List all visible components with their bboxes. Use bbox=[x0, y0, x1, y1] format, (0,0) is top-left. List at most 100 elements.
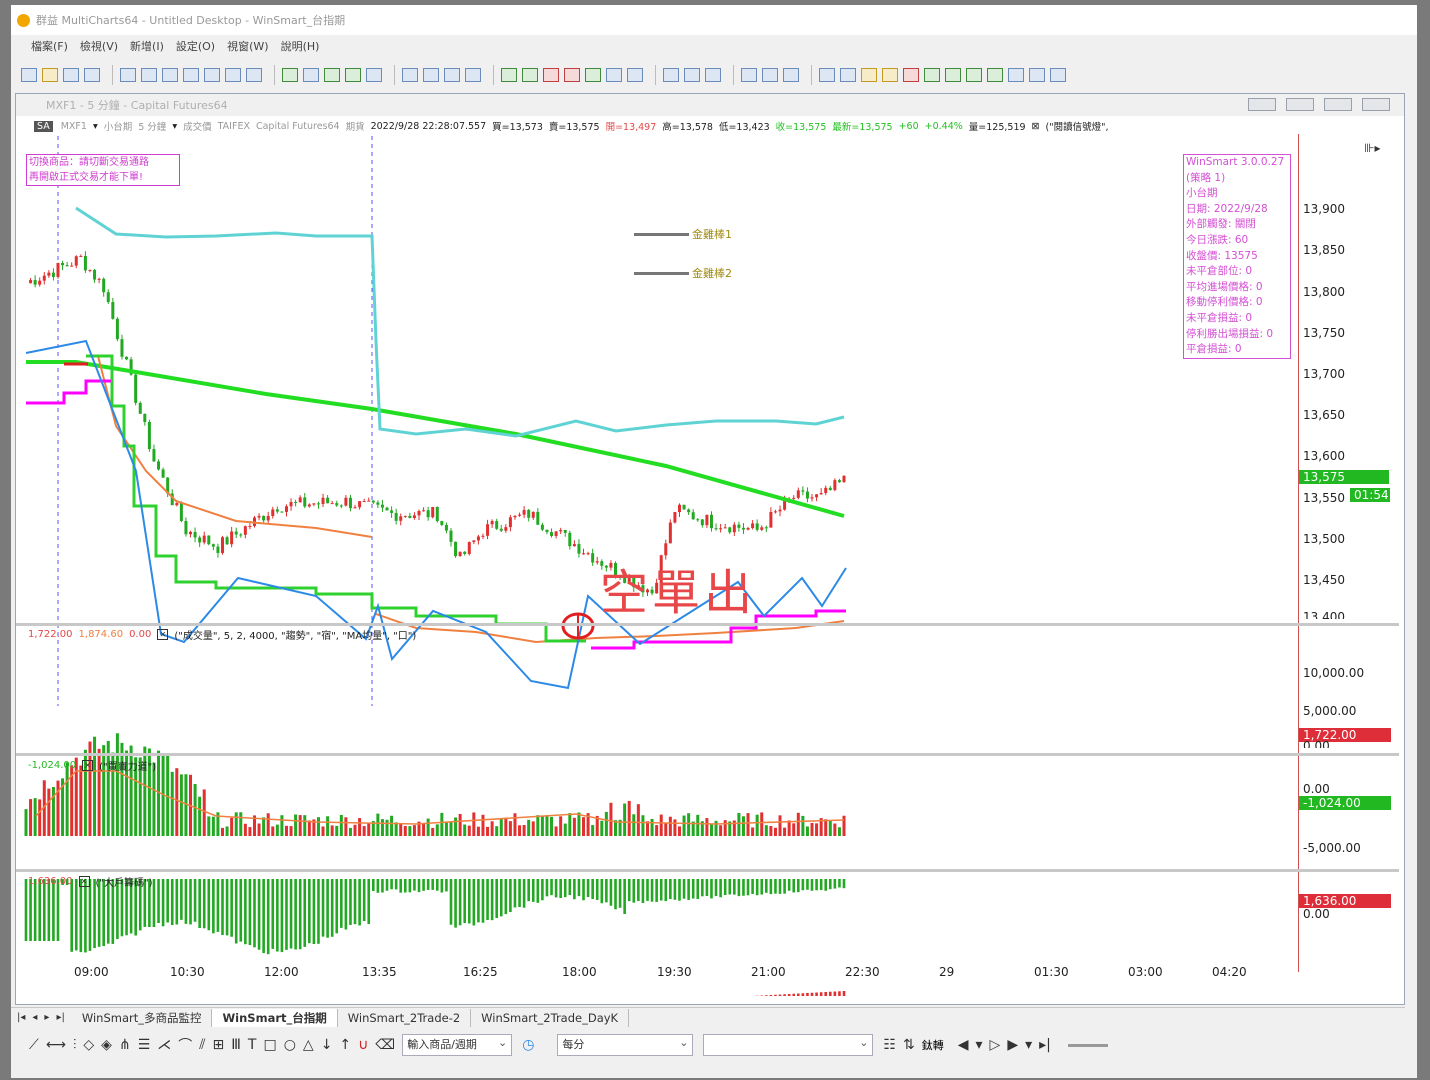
tab-multi-monitor[interactable]: WinSmart_多商品監控 bbox=[72, 1008, 213, 1027]
volume-bars-icon[interactable] bbox=[543, 68, 559, 82]
tab-taiex-futures[interactable]: WinSmart_台指期 bbox=[212, 1008, 338, 1027]
auto-trade-icon[interactable] bbox=[345, 68, 361, 82]
close-study-icon[interactable]: ✕ bbox=[82, 760, 94, 771]
zigzag-icon[interactable] bbox=[501, 68, 517, 82]
symbol-input[interactable]: 輸入商品/週期 bbox=[402, 1033, 513, 1056]
clock-icon[interactable]: ◷ bbox=[522, 1037, 534, 1053]
panel-separator[interactable] bbox=[16, 869, 1399, 872]
scroll-forward-icon[interactable]: ▷ bbox=[990, 1037, 1001, 1053]
tab-first-icon[interactable]: |◂ bbox=[17, 1012, 25, 1023]
tab-prev-icon[interactable]: ◂ bbox=[32, 1012, 37, 1023]
new-order-icon[interactable] bbox=[183, 68, 199, 82]
zoom-out-icon[interactable] bbox=[987, 68, 1003, 82]
save-icon[interactable] bbox=[63, 68, 79, 82]
move-up-icon[interactable] bbox=[882, 68, 898, 82]
compress-icon[interactable] bbox=[924, 68, 940, 82]
candlestick-icon[interactable] bbox=[444, 68, 460, 82]
cursor-icon[interactable] bbox=[606, 68, 622, 82]
exit-icon[interactable]: ⊪▸ bbox=[1364, 141, 1380, 155]
menu-window[interactable]: 視窗(W) bbox=[227, 38, 268, 54]
window-tile-icon[interactable] bbox=[762, 68, 778, 82]
histogram-icon[interactable] bbox=[564, 68, 580, 82]
magnet-icon[interactable]: ∪ bbox=[358, 1037, 368, 1053]
zoom-in-icon[interactable] bbox=[966, 68, 982, 82]
tab-next-icon[interactable]: ▸ bbox=[44, 1012, 49, 1023]
close-study-icon[interactable]: ✕ bbox=[157, 629, 169, 640]
scroll-more-icon[interactable]: ▾ bbox=[1025, 1037, 1032, 1053]
vertical-line-icon[interactable]: ⫶ bbox=[73, 1037, 77, 1053]
interval-select[interactable]: 每分 bbox=[557, 1033, 694, 1056]
diamond-alt-icon[interactable]: ◈ bbox=[101, 1037, 112, 1053]
arc-icon[interactable]: ⌒ bbox=[178, 1035, 192, 1055]
hourglass-icon[interactable] bbox=[861, 68, 877, 82]
bars-icon[interactable]: Ⅲ bbox=[231, 1037, 241, 1053]
trade-label[interactable]: 鈦轉 bbox=[922, 1037, 944, 1053]
window-cascade-icon[interactable] bbox=[741, 68, 757, 82]
zoom-icon[interactable] bbox=[663, 68, 679, 82]
pan-icon[interactable] bbox=[684, 68, 700, 82]
scroll-start-icon[interactable] bbox=[819, 68, 835, 82]
restore-window-button[interactable] bbox=[1248, 98, 1276, 111]
arrow-up-icon[interactable]: ↑ bbox=[339, 1037, 351, 1053]
dollar-icon[interactable] bbox=[585, 68, 601, 82]
scroll-forward-end-icon[interactable]: ▶ bbox=[1007, 1037, 1018, 1053]
reload-icon[interactable] bbox=[1050, 68, 1066, 82]
save-as-icon[interactable] bbox=[84, 68, 100, 82]
settings-gear-icon[interactable] bbox=[366, 68, 382, 82]
text-icon[interactable]: T bbox=[248, 1037, 257, 1053]
new-report-icon[interactable] bbox=[204, 68, 220, 82]
expand-icon[interactable] bbox=[945, 68, 961, 82]
strategy-icon[interactable] bbox=[282, 68, 298, 82]
new-tracker-icon[interactable] bbox=[225, 68, 241, 82]
tab-2trade-dayk[interactable]: WinSmart_2Trade_DayK bbox=[471, 1008, 630, 1027]
eraser-icon[interactable]: ⌫ bbox=[375, 1037, 395, 1053]
search-field[interactable] bbox=[703, 1033, 874, 1056]
triangle-icon[interactable]: △ bbox=[303, 1037, 314, 1053]
scroll-last-icon[interactable]: ▸| bbox=[1039, 1037, 1051, 1053]
tab-2trade-2[interactable]: WinSmart_2Trade-2 bbox=[338, 1008, 472, 1027]
format-symbol-icon[interactable] bbox=[402, 68, 418, 82]
fan-icon[interactable]: ⋌ bbox=[157, 1037, 171, 1053]
arrow-down-icon[interactable]: ↓ bbox=[321, 1037, 333, 1053]
diamond-icon[interactable]: ◇ bbox=[83, 1037, 94, 1053]
menu-insert[interactable]: 新增(I) bbox=[130, 38, 164, 54]
ellipse-icon[interactable]: ○ bbox=[284, 1037, 296, 1053]
new-chart-icon[interactable] bbox=[120, 68, 136, 82]
panel-separator[interactable] bbox=[16, 623, 1399, 626]
magnifier-icon[interactable] bbox=[1008, 68, 1024, 82]
menu-file[interactable]: 檔案(F) bbox=[31, 38, 68, 54]
bar-chart-icon[interactable] bbox=[423, 68, 439, 82]
fibonacci-icon[interactable]: ☰ bbox=[138, 1037, 151, 1053]
tab-last-icon[interactable]: ▸| bbox=[56, 1012, 64, 1023]
close-study-icon[interactable]: ✕ bbox=[78, 876, 90, 887]
trendline-icon[interactable]: ⟋ bbox=[29, 1037, 39, 1053]
trend-icon[interactable] bbox=[522, 68, 538, 82]
menu-help[interactable]: 說明(H) bbox=[281, 38, 320, 54]
new-portfolio-icon[interactable] bbox=[246, 68, 262, 82]
new-dom-icon[interactable] bbox=[162, 68, 178, 82]
refresh-icon[interactable] bbox=[1029, 68, 1045, 82]
scroll-icon[interactable] bbox=[705, 68, 721, 82]
open-folder-icon[interactable] bbox=[42, 68, 58, 82]
horizontal-line-icon[interactable]: ⟷ bbox=[46, 1037, 66, 1053]
menu-settings[interactable]: 設定(O) bbox=[176, 38, 215, 54]
indicator-icon[interactable] bbox=[303, 68, 319, 82]
trade-toggle-icon[interactable]: ⇅ bbox=[903, 1037, 915, 1053]
new-scanner-icon[interactable] bbox=[141, 68, 157, 82]
channel-icon[interactable]: ⫽ bbox=[199, 1037, 205, 1053]
rectangle-icon[interactable]: □ bbox=[263, 1037, 276, 1053]
zoom-slider[interactable] bbox=[1067, 1043, 1108, 1047]
window-list-icon[interactable] bbox=[783, 68, 799, 82]
minimize-window-button[interactable] bbox=[1286, 98, 1314, 111]
scroll-back-more-icon[interactable]: ▾ bbox=[976, 1037, 983, 1053]
alert-icon[interactable] bbox=[903, 68, 919, 82]
grid-icon[interactable]: ⊞ bbox=[213, 1037, 225, 1053]
list-icon[interactable]: ☷ bbox=[883, 1037, 896, 1053]
maximize-window-button[interactable] bbox=[1324, 98, 1352, 111]
scroll-end-icon[interactable] bbox=[840, 68, 856, 82]
close-window-button[interactable] bbox=[1362, 98, 1390, 111]
panel-separator[interactable] bbox=[16, 753, 1399, 756]
pitchfork-icon[interactable]: ⋔ bbox=[119, 1037, 131, 1053]
signal-icon[interactable] bbox=[324, 68, 340, 82]
crosshair-icon[interactable] bbox=[627, 68, 643, 82]
